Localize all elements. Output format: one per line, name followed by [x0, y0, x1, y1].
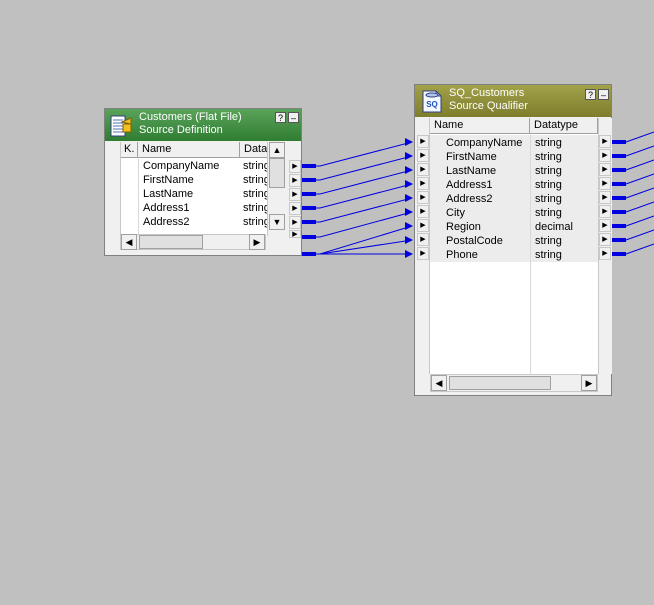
qualifier-port-type: string	[535, 165, 562, 177]
source-help-button[interactable]: ?	[275, 112, 286, 123]
source-qualifier-sq-customers[interactable]: SQ SQ_Customers Source Qualifier ? – ▶ ▶…	[414, 84, 612, 396]
qualifier-port-type: string	[535, 235, 562, 247]
qualifier-title-type: Source Qualifier	[449, 100, 528, 112]
port-arrow-icon[interactable]: ▶	[599, 205, 611, 218]
qualifier-column-divider	[530, 135, 531, 374]
qualifier-port-name: Address1	[446, 179, 493, 191]
port-arrow-icon[interactable]: ▶	[599, 135, 611, 148]
source-col-name[interactable]: Name	[138, 142, 240, 158]
source-port-type: string	[243, 174, 267, 186]
scroll-right-icon[interactable]: ▶	[249, 234, 265, 250]
port-arrow-icon[interactable]: ▶	[599, 177, 611, 190]
scroll-left-icon[interactable]: ◀	[121, 234, 137, 250]
source-col-datatype[interactable]: Datat	[240, 142, 267, 158]
port-arrow-icon[interactable]: ▶	[289, 202, 301, 215]
scroll-left-icon[interactable]: ◀	[431, 375, 447, 391]
qualifier-input-ports: ▶ ▶ ▶ ▶ ▶ ▶ ▶ ▶ ▶	[416, 118, 430, 374]
source-hscroll-thumb[interactable]	[139, 235, 203, 249]
qualifier-port-name: PostalCode	[446, 235, 503, 247]
source-definition-customers[interactable]: Customers (Flat File) Source Definition …	[104, 108, 302, 256]
port-arrow-icon[interactable]: ▶	[417, 233, 429, 246]
source-definition-header[interactable]: Customers (Flat File) Source Definition …	[105, 109, 301, 141]
port-arrow-icon[interactable]: ▶	[599, 149, 611, 162]
source-qualifier-header[interactable]: SQ SQ_Customers Source Qualifier ? –	[415, 85, 611, 117]
qualifier-horizontal-scrollbar[interactable]: ◀ ▶	[430, 374, 598, 392]
source-row-gutter	[106, 142, 121, 236]
port-arrow-icon[interactable]: ▶	[599, 247, 611, 260]
port-arrow-icon[interactable]: ▶	[599, 191, 611, 204]
port-arrow-icon[interactable]: ▶	[599, 219, 611, 232]
port-arrow-icon[interactable]: ▶	[289, 174, 301, 187]
qualifier-output-ports: ▶ ▶ ▶ ▶ ▶ ▶ ▶ ▶ ▶	[598, 118, 612, 374]
source-title-type: Source Definition	[139, 124, 223, 136]
source-port-type: string	[243, 216, 267, 228]
qualifier-port-type: string	[535, 151, 562, 163]
source-minimize-button[interactable]: –	[288, 112, 299, 123]
qualifier-port-type: string	[535, 137, 562, 149]
source-col-key[interactable]: K.	[121, 142, 138, 158]
qualifier-port-name: City	[446, 207, 465, 219]
port-arrow-icon[interactable]: ▶	[417, 191, 429, 204]
port-arrow-icon[interactable]: ▶	[417, 177, 429, 190]
qualifier-port-type: string	[535, 249, 562, 261]
port-arrow-icon[interactable]: ▶	[417, 247, 429, 260]
source-port-name: FirstName	[143, 174, 194, 186]
qualifier-port-name: Phone	[446, 249, 478, 261]
port-arrow-icon[interactable]: ▶	[417, 163, 429, 176]
qualifier-port-name: FirstName	[446, 151, 497, 163]
port-arrow-icon[interactable]: ▶	[289, 230, 301, 238]
qualifier-col-datatype[interactable]: Datatype	[530, 118, 598, 134]
source-key-divider	[138, 159, 139, 236]
qualifier-title-name: SQ_Customers	[449, 87, 525, 99]
qualifier-minimize-button[interactable]: –	[598, 89, 609, 100]
qualifier-port-name: CompanyName	[446, 137, 523, 149]
qualifier-port-grid[interactable]: Name Datatype CompanyName string FirstNa…	[430, 118, 598, 374]
source-definition-icon	[110, 115, 132, 137]
source-port-name: CompanyName	[143, 160, 220, 172]
source-port-type: string	[243, 188, 267, 200]
qualifier-col-name[interactable]: Name	[430, 118, 530, 134]
source-port-type: string	[243, 202, 267, 214]
source-port-grid[interactable]: K. Name Datat CompanyName string FirstNa…	[106, 142, 267, 236]
qualifier-port-name: Address2	[446, 193, 493, 205]
qualifier-help-button[interactable]: ?	[585, 89, 596, 100]
qualifier-icon-text: SQ	[426, 100, 438, 109]
source-title-name: Customers (Flat File)	[139, 111, 242, 123]
qualifier-port-type: string	[535, 179, 562, 191]
scroll-down-icon[interactable]: ▼	[269, 214, 285, 230]
port-arrow-icon[interactable]: ▶	[289, 160, 301, 173]
port-arrow-icon[interactable]: ▶	[599, 233, 611, 246]
port-arrow-icon[interactable]: ▶	[417, 219, 429, 232]
source-port-type: string	[243, 160, 267, 172]
source-port-name: LastName	[143, 188, 194, 200]
source-port-name: Address1	[143, 202, 190, 214]
source-horizontal-scrollbar[interactable]: ◀ ▶	[120, 234, 266, 250]
source-vertical-scrollbar[interactable]: ▲ ▼	[267, 142, 286, 236]
port-arrow-icon[interactable]: ▶	[417, 149, 429, 162]
scroll-up-icon[interactable]: ▲	[269, 142, 285, 158]
source-vscroll-thumb[interactable]	[269, 158, 285, 188]
port-arrow-icon[interactable]: ▶	[417, 135, 429, 148]
port-arrow-icon[interactable]: ▶	[289, 216, 301, 229]
qualifier-hscroll-thumb[interactable]	[449, 376, 551, 390]
qualifier-port-name: LastName	[446, 165, 497, 177]
source-qualifier-icon: SQ	[422, 90, 442, 113]
qualifier-port-type: decimal	[535, 221, 573, 233]
qualifier-port-type: string	[535, 193, 562, 205]
port-arrow-icon[interactable]: ▶	[417, 205, 429, 218]
scroll-right-icon[interactable]: ▶	[581, 375, 597, 391]
source-port-name: Address2	[143, 216, 190, 228]
qualifier-port-name: Region	[446, 221, 481, 233]
port-arrow-icon[interactable]: ▶	[599, 163, 611, 176]
port-arrow-icon[interactable]: ▶	[289, 188, 301, 201]
qualifier-port-type: string	[535, 207, 562, 219]
